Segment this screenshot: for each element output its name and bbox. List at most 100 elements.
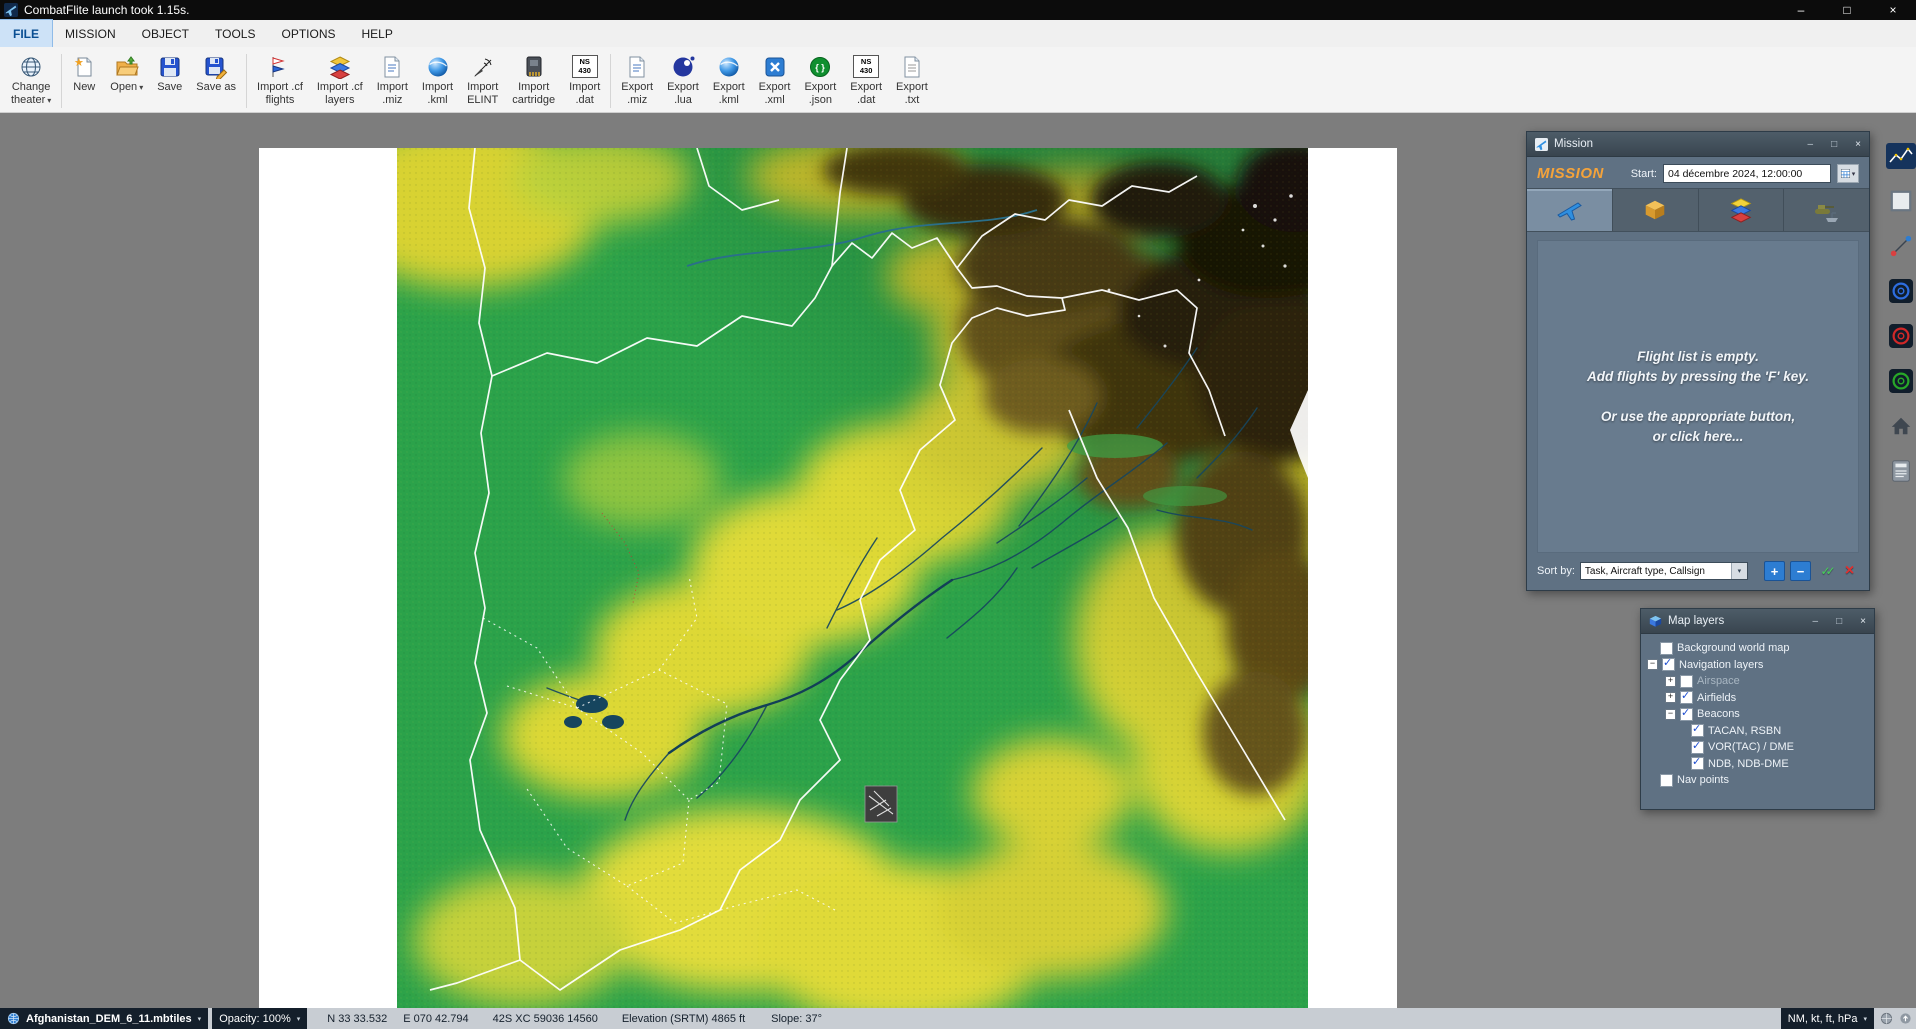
button-label: .txt <box>905 94 920 107</box>
checkbox[interactable]: ✓ <box>1662 658 1675 671</box>
opacity-selector[interactable]: Opacity: 100% ▾ <box>212 1008 307 1029</box>
import-cartridge-button[interactable]: Import cartridge <box>505 50 562 110</box>
tree-row-navigation-layers[interactable]: − ✓ Navigation layers <box>1645 657 1870 674</box>
sort-by-select[interactable]: Task, Aircraft type, Callsign ▾ <box>1580 562 1748 580</box>
open-button[interactable]: Open▾ <box>103 50 150 97</box>
import-cf-layers-button[interactable]: Import .cf layers <box>310 50 370 110</box>
menu-file[interactable]: FILE <box>0 20 52 47</box>
export-kml-button[interactable]: Export .kml <box>706 50 752 110</box>
tree-row-background-world-map[interactable]: Background world map <box>1645 640 1870 657</box>
panel-maximize-button[interactable]: □ <box>1831 139 1837 150</box>
checkbox[interactable] <box>1660 774 1673 787</box>
import-cf-flights-button[interactable]: Import .cf flights <box>250 50 310 110</box>
tree-row-airspace[interactable]: + Airspace <box>1645 673 1870 690</box>
mission-data-chart-button[interactable] <box>1887 143 1915 169</box>
save-as-button[interactable]: Save as <box>189 50 243 97</box>
export-miz-button[interactable]: Export .miz <box>614 50 660 110</box>
map-viewport[interactable] <box>259 148 1397 1008</box>
save-button[interactable]: Save <box>150 50 189 97</box>
menu-object[interactable]: OBJECT <box>129 20 202 47</box>
import-kml-button[interactable]: Import .kml <box>415 50 460 110</box>
frame-icon <box>1889 189 1913 213</box>
checkbox[interactable]: ✓ <box>1680 691 1693 704</box>
units-selector[interactable]: NM, kt, ft, hPa ▾ <box>1781 1008 1874 1029</box>
checkbox[interactable]: ✓ <box>1691 757 1704 770</box>
remove-flight-button[interactable]: − <box>1790 561 1811 581</box>
green-rings-icon <box>1889 369 1913 393</box>
checkbox[interactable]: ✓ <box>1691 741 1704 754</box>
globe-icon <box>7 1012 20 1025</box>
menu-mission[interactable]: MISSION <box>52 20 129 47</box>
blue-rings-tool-button[interactable] <box>1887 278 1915 304</box>
map-layers-panel-titlebar[interactable]: Map layers – □ × <box>1641 609 1874 634</box>
menu-tools[interactable]: TOOLS <box>202 20 268 47</box>
export-xml-button[interactable]: Export .xml <box>752 50 798 110</box>
red-rings-tool-button[interactable] <box>1887 323 1915 349</box>
button-label: theater▾ <box>11 94 51 107</box>
flight-list-empty-area[interactable]: Flight list is empty. Add flights by pre… <box>1537 240 1859 553</box>
import-miz-button[interactable]: Import .miz <box>370 50 415 110</box>
button-label: .kml <box>427 94 447 107</box>
tab-flights[interactable] <box>1527 189 1613 231</box>
blue-rings-icon <box>1889 279 1913 303</box>
window-titlebar[interactable]: CombatFlite launch took 1.15s. – □ × <box>0 0 1916 20</box>
new-button[interactable]: ★ New <box>65 50 103 97</box>
kneeboard-icon <box>1889 459 1913 483</box>
tree-row-airfields[interactable]: + ✓ Airfields <box>1645 690 1870 707</box>
route-tool-button[interactable] <box>1887 233 1915 259</box>
button-label: .json <box>809 94 832 107</box>
export-lua-button[interactable]: Export .lua <box>660 50 706 110</box>
tree-expander[interactable]: − <box>1647 659 1658 670</box>
toolbar-separator <box>246 54 247 108</box>
maximize-button[interactable]: □ <box>1824 0 1870 20</box>
checkbox[interactable]: ✓ <box>1680 708 1693 721</box>
import-dat-button[interactable]: NS430 Import .dat <box>562 50 607 110</box>
tree-row-vortac-dme[interactable]: ✓ VOR(TAC) / DME <box>1645 739 1870 756</box>
button-label: .lua <box>674 94 692 107</box>
panel-maximize-button[interactable]: □ <box>1836 616 1842 627</box>
green-rings-tool-button[interactable] <box>1887 368 1915 394</box>
export-dat-button[interactable]: NS430 Export .dat <box>843 50 889 110</box>
panel-close-button[interactable]: × <box>1855 139 1861 150</box>
clear-selection-button[interactable]: × <box>1840 562 1859 580</box>
export-txt-button[interactable]: Export .txt <box>889 50 935 110</box>
import-elint-button[interactable]: Import ELINT <box>460 50 505 110</box>
tree-row-nav-points[interactable]: Nav points <box>1645 772 1870 789</box>
add-flight-button[interactable]: + <box>1764 561 1785 581</box>
checkbox[interactable] <box>1680 675 1693 688</box>
dem-terrain-map[interactable] <box>397 148 1308 1008</box>
panel-close-button[interactable]: × <box>1860 616 1866 627</box>
menu-options[interactable]: OPTIONS <box>268 20 348 47</box>
checkbox[interactable]: ✓ <box>1691 724 1704 737</box>
panel-minimize-button[interactable]: – <box>1813 616 1819 627</box>
button-label: Export <box>759 81 791 94</box>
tree-expander[interactable]: − <box>1665 709 1676 720</box>
close-button[interactable]: × <box>1870 0 1916 20</box>
menu-help[interactable]: HELP <box>349 20 406 47</box>
tree-row-tacan-rsbn[interactable]: ✓ TACAN, RSBN <box>1645 723 1870 740</box>
checkbox[interactable] <box>1660 642 1673 655</box>
tab-packages[interactable] <box>1613 189 1699 231</box>
minimize-button[interactable]: – <box>1778 0 1824 20</box>
tab-ground-naval-forces[interactable] <box>1784 189 1869 231</box>
export-json-button[interactable]: { } Export .json <box>797 50 843 110</box>
mission-panel-titlebar[interactable]: Mission – □ × <box>1527 132 1869 157</box>
map-source-selector[interactable]: Afghanistan_DEM_6_11.mbtiles ▾ <box>0 1008 208 1029</box>
button-label: Export <box>621 81 653 94</box>
tree-expander[interactable]: + <box>1665 692 1676 703</box>
tree-row-ndb-ndbdme[interactable]: ✓ NDB, NDB-DME <box>1645 756 1870 773</box>
home-view-button[interactable] <box>1887 413 1915 439</box>
selection-frame-button[interactable] <box>1887 188 1915 214</box>
select-all-button[interactable]: ✓✓ <box>1816 562 1835 580</box>
tree-row-beacons[interactable]: − ✓ Beacons <box>1645 706 1870 723</box>
tree-expander[interactable]: + <box>1665 676 1676 687</box>
button-label: flights <box>266 94 295 107</box>
change-theater-button[interactable]: Change theater▾ <box>4 50 58 110</box>
mission-start-datetime-input[interactable] <box>1663 164 1831 183</box>
panel-minimize-button[interactable]: – <box>1808 139 1814 150</box>
update-arrow-icon[interactable] <box>1899 1012 1912 1025</box>
kneeboard-button[interactable] <box>1887 458 1915 484</box>
tab-layers[interactable] <box>1699 189 1785 231</box>
calendar-picker-button[interactable]: ▾ <box>1837 164 1859 183</box>
network-status-icon[interactable] <box>1880 1012 1893 1025</box>
